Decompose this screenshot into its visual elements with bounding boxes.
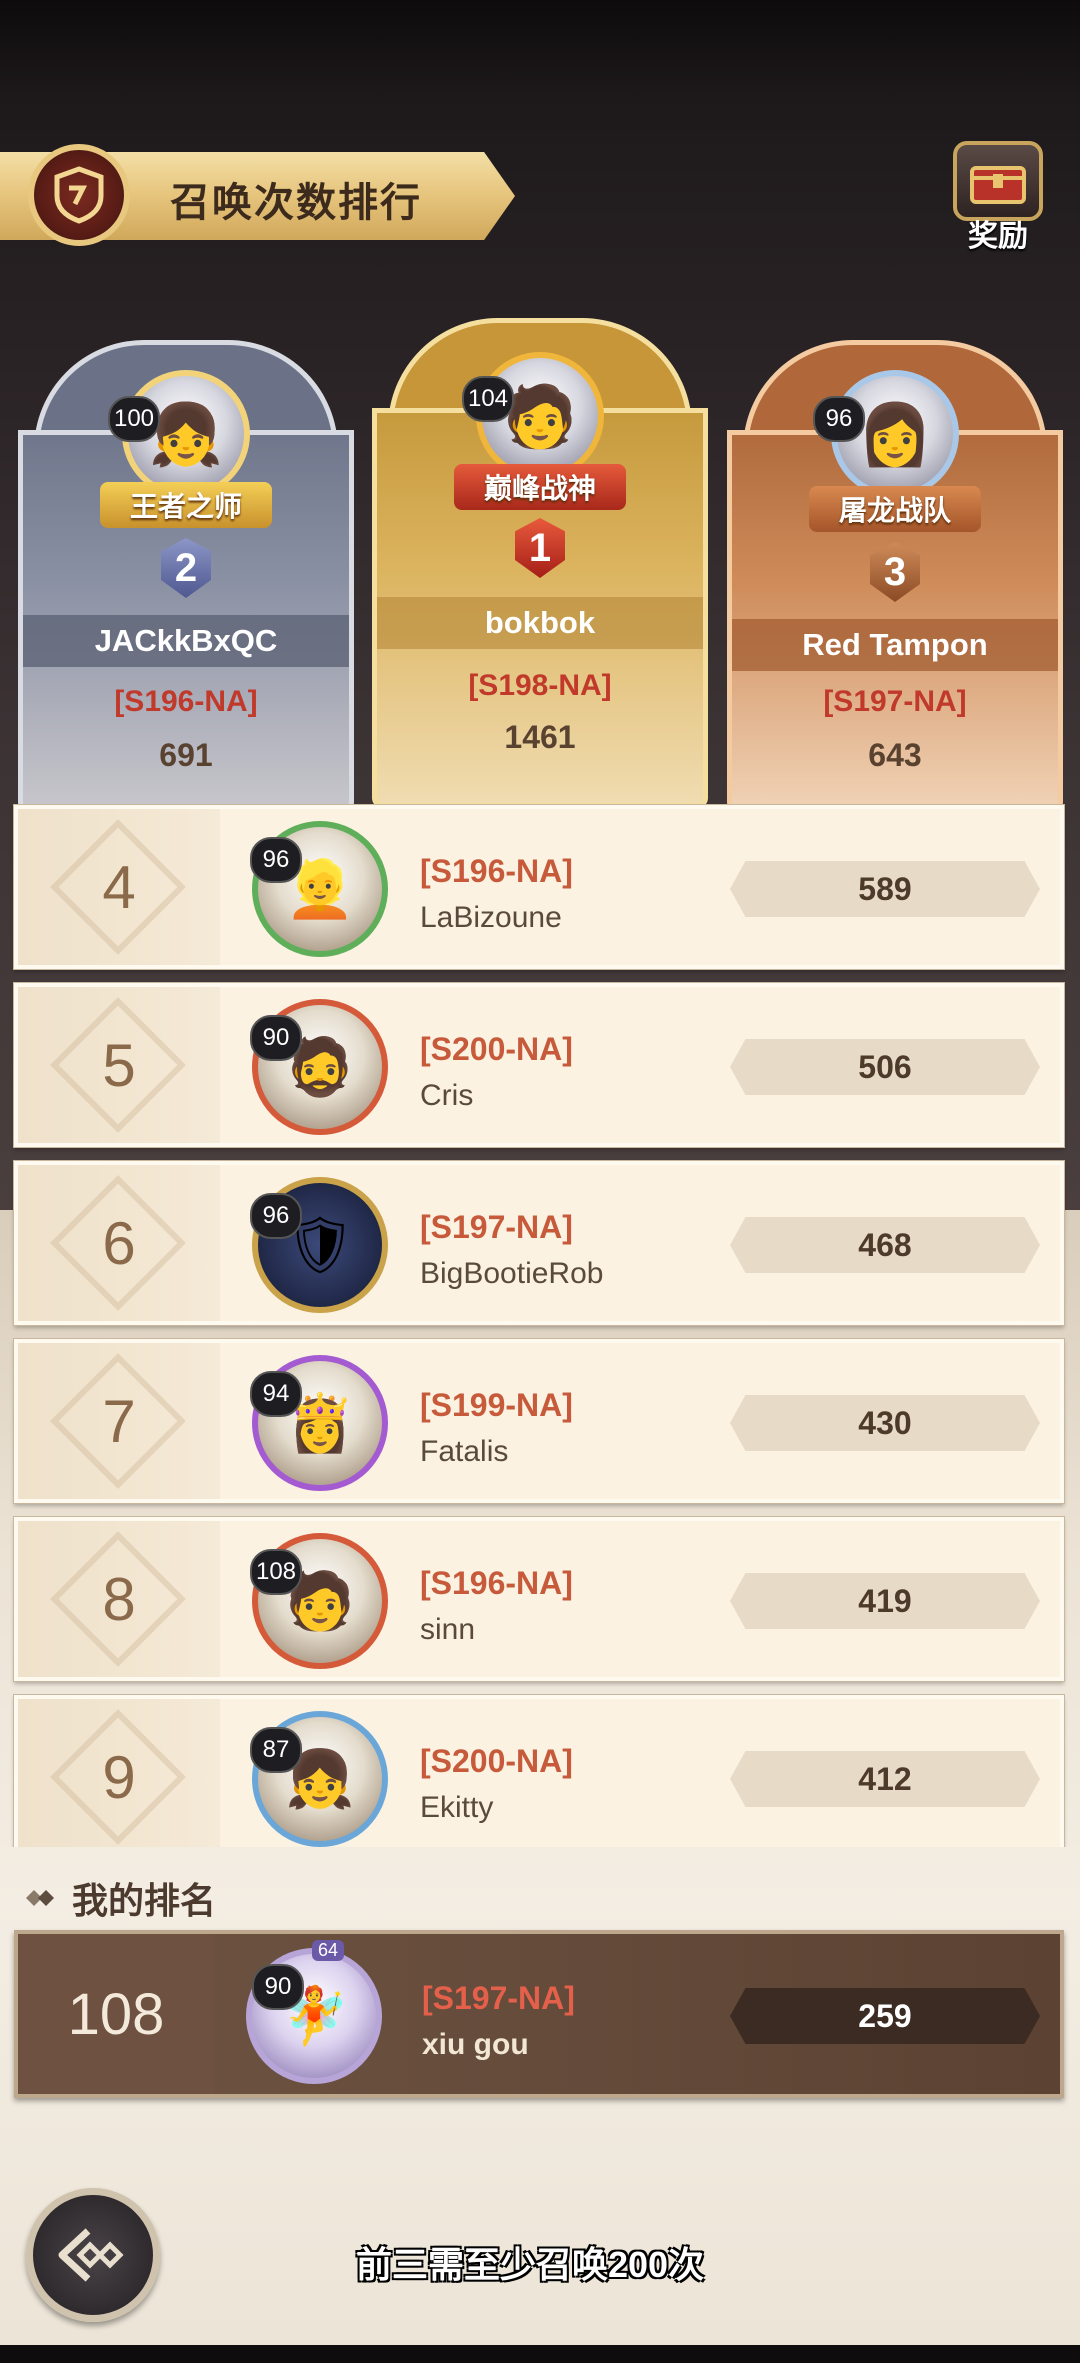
my-rank-heading: 我的排名 xyxy=(18,1872,216,1924)
row-server: [S199-NA] xyxy=(420,1387,573,1423)
back-arrow-icon xyxy=(58,2228,124,2282)
my-rank-label: 我的排名 xyxy=(72,1880,217,1921)
ranking-list[interactable]: 4 👱 96 [S196-NA] LaBizoune 589 5 🧔 90 [S… xyxy=(0,795,1080,1847)
table-row[interactable]: 6 🛡 96 [S197-NA] BigBootieRob 468 xyxy=(13,1160,1065,1326)
row-name: BigBootieRob xyxy=(420,1257,604,1290)
rank-number: 7 xyxy=(18,1343,220,1499)
rank-number: 5 xyxy=(18,987,220,1143)
level-badge: 104 xyxy=(462,376,514,422)
my-rank-row[interactable]: 108 🧚 90 64 [S197-NA] xiu gou 259 xyxy=(14,1930,1064,2098)
level-badge: 87 xyxy=(250,1727,302,1773)
podium-server: [S198-NA] xyxy=(468,669,612,702)
title-badge: 屠龙战队 xyxy=(809,486,981,532)
level-badge: 96 xyxy=(250,1193,302,1239)
level-badge: 90 xyxy=(252,1964,304,2010)
podium-rank-2[interactable]: JACkkBxQC [S196-NA] 691 👧 100 王者之师 2 xyxy=(18,340,354,812)
bottom-bar xyxy=(0,2345,1080,2363)
row-score: 589 xyxy=(730,861,1040,917)
row-score: 468 xyxy=(730,1217,1040,1273)
row-name: Fatalis xyxy=(420,1435,509,1468)
podium-server: [S196-NA] xyxy=(114,685,258,718)
podium-rank-3[interactable]: Red Tampon [S197-NA] 643 👩 96 屠龙战队 3 xyxy=(727,340,1063,812)
row-score: 412 xyxy=(730,1751,1040,1807)
podium-name: bokbok xyxy=(377,597,703,649)
level-badge: 96 xyxy=(813,396,865,442)
table-row[interactable]: 8 🧑 108 [S196-NA] sinn 419 xyxy=(13,1516,1065,1682)
level-badge: 96 xyxy=(250,837,302,883)
level-badge: 90 xyxy=(250,1015,302,1061)
row-server: [S197-NA] xyxy=(420,1209,573,1245)
row-server: [S200-NA] xyxy=(420,1031,573,1067)
row-score: 430 xyxy=(730,1395,1040,1451)
title-badge: 巅峰战神 xyxy=(454,464,626,510)
my-rank-score: 259 xyxy=(730,1988,1040,2044)
shield-emblem-icon xyxy=(28,144,130,246)
reward-button[interactable]: 奖励 xyxy=(942,135,1054,255)
table-row[interactable]: 7 👸 94 [S199-NA] Fatalis 430 xyxy=(13,1338,1065,1504)
diamond-icon xyxy=(26,1890,54,1906)
podium-count: 643 xyxy=(868,737,922,773)
table-row[interactable]: 4 👱 96 [S196-NA] LaBizoune 589 xyxy=(13,804,1065,970)
footnote-text: 前三需至少召唤200次 xyxy=(356,2244,705,2285)
title-badge: 王者之师 xyxy=(100,482,272,528)
row-name: Cris xyxy=(420,1079,474,1112)
row-server: [S196-NA] xyxy=(420,1565,573,1601)
level-badge: 94 xyxy=(250,1371,302,1417)
rank-number: 6 xyxy=(18,1165,220,1321)
row-name: LaBizoune xyxy=(420,901,562,934)
row-server: [S200-NA] xyxy=(420,1743,573,1779)
my-rank-server: [S197-NA] xyxy=(422,1980,575,2016)
back-button[interactable] xyxy=(26,2188,160,2322)
level-badge: 100 xyxy=(108,396,160,442)
table-row[interactable]: 5 🧔 90 [S200-NA] Cris 506 xyxy=(13,982,1065,1148)
my-rank-name: xiu gou xyxy=(422,2028,529,2061)
table-row[interactable]: 9 👧 87 [S200-NA] Ekitty 412 xyxy=(13,1694,1065,1847)
podium-name: Red Tampon xyxy=(732,619,1058,671)
row-name: sinn xyxy=(420,1613,476,1646)
my-rank-number: 108 xyxy=(18,1934,214,2094)
page-title: 召唤次数排行 xyxy=(170,181,422,225)
rank-number: 9 xyxy=(18,1699,220,1847)
row-score: 506 xyxy=(730,1039,1040,1095)
treasure-chest-icon xyxy=(953,141,1043,221)
rank-number: 8 xyxy=(18,1521,220,1677)
podium-count: 1461 xyxy=(504,719,576,755)
podium-name: JACkkBxQC xyxy=(23,615,349,667)
row-server: [S196-NA] xyxy=(420,853,573,889)
frame-level-badge: 64 xyxy=(312,1940,345,1961)
podium-server: [S197-NA] xyxy=(823,685,967,718)
podium-count: 691 xyxy=(159,737,213,773)
rank-number: 4 xyxy=(18,809,220,965)
row-name: Ekitty xyxy=(420,1791,494,1824)
reward-label: 奖励 xyxy=(968,220,1028,253)
row-score: 419 xyxy=(730,1573,1040,1629)
podium-rank-1[interactable]: bokbok [S198-NA] 1461 🧑 104 巅峰战神 1 xyxy=(372,318,708,808)
level-badge: 108 xyxy=(250,1549,302,1595)
